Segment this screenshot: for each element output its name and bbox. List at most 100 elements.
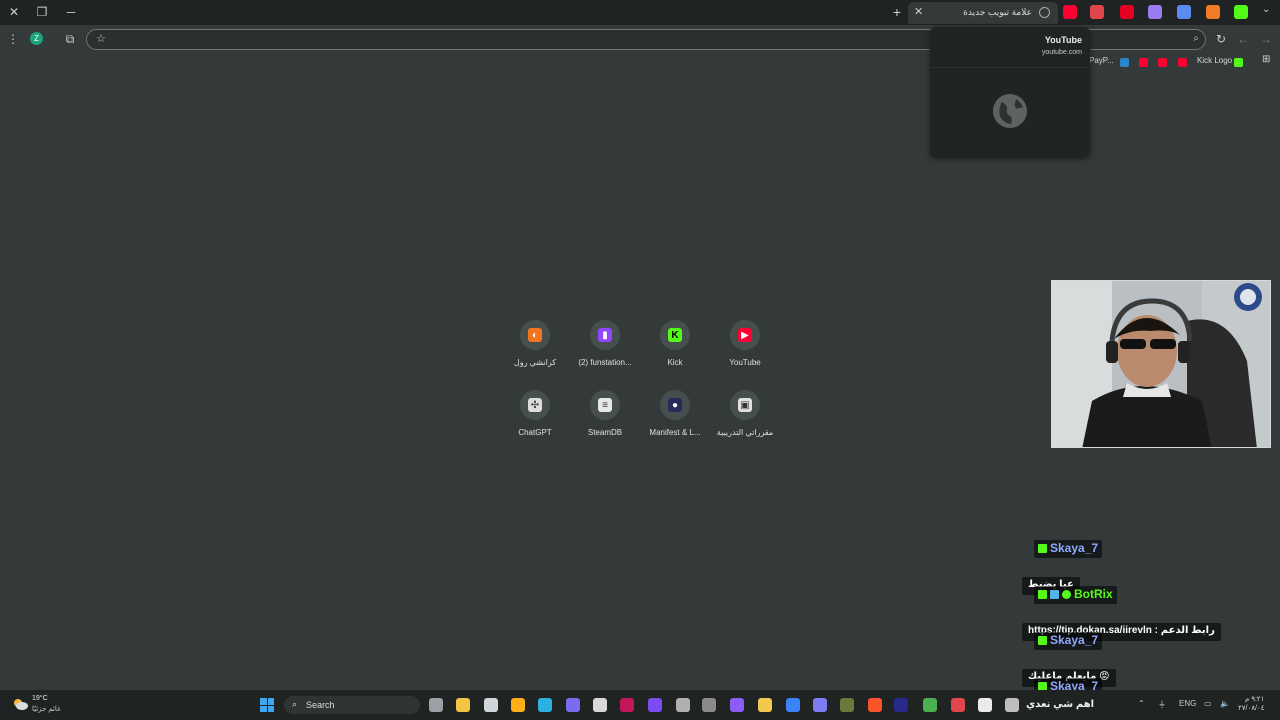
taskbar-search[interactable]: ⌕ Search — [284, 696, 420, 714]
app-icon[interactable] — [730, 698, 744, 712]
clock-time: ٩:٢١ م — [1244, 696, 1265, 703]
file-icon[interactable] — [978, 698, 992, 712]
tab-title: علامة تبويب جديدة — [963, 7, 1032, 17]
twitch-icon: ▮ — [598, 328, 612, 342]
chat-username: BotRix — [1034, 586, 1117, 604]
shortcut-label: ChatGPT — [518, 428, 552, 437]
streamer-webcam-image — [1052, 281, 1270, 447]
tab-search-chevron-icon[interactable]: ⌄ — [1262, 4, 1270, 15]
chevron-up-icon[interactable]: ⌃ — [1138, 699, 1145, 708]
youtube-icon[interactable] — [1139, 58, 1148, 67]
active-window-title[interactable]: اهم شي نعدي — [1026, 699, 1094, 710]
manifest-icon: ● — [668, 398, 682, 412]
edge-icon[interactable] — [538, 698, 552, 712]
back-icon[interactable]: ← — [1236, 32, 1250, 46]
app-icon[interactable] — [1005, 698, 1019, 712]
weather-temperature[interactable]: 19°C — [32, 695, 48, 702]
chrome-icon[interactable] — [923, 698, 937, 712]
steam-icon[interactable] — [484, 698, 498, 712]
shortcut-icon-circle: ✣ — [520, 390, 550, 420]
app-icon[interactable] — [813, 698, 827, 712]
shortcut-icon-circle: K — [660, 320, 690, 350]
task-view-icon[interactable] — [429, 698, 443, 712]
copilot-icon[interactable] — [566, 698, 580, 712]
shortcut-tile[interactable]: ▶ YouTube — [707, 320, 783, 367]
shortcut-tile[interactable]: ● Manifest & L... — [637, 390, 713, 437]
kick-icon[interactable] — [1234, 58, 1243, 67]
microphone-icon[interactable]: ⏚ — [1158, 699, 1166, 710]
shortcut-tile[interactable]: ▣ مقرراتي التدريبية — [707, 390, 783, 437]
bookmark-star-icon[interactable]: ☆ — [96, 32, 106, 45]
new-tab-button[interactable]: + — [889, 4, 905, 20]
restore-window-icon[interactable]: ❐ — [34, 4, 50, 20]
windows-start-icon[interactable] — [260, 698, 274, 712]
kick-tab[interactable] — [1234, 5, 1248, 19]
globe-icon — [993, 94, 1027, 128]
minimize-window-icon[interactable]: ─ — [63, 4, 79, 20]
extensions-puzzle-icon[interactable]: ⧉ — [63, 32, 77, 46]
youtube-icon[interactable] — [1158, 58, 1167, 67]
brave-icon[interactable] — [868, 698, 882, 712]
network-icon[interactable]: ▭ — [1204, 699, 1212, 708]
partly-cloudy-icon[interactable] — [12, 697, 28, 711]
tab-6[interactable] — [1206, 5, 1220, 19]
store-icon[interactable] — [593, 698, 607, 712]
shortcut-tile[interactable]: ▮ (2) funstation... — [567, 320, 643, 367]
youtube-icon[interactable] — [1178, 58, 1187, 67]
app-icon[interactable] — [951, 698, 965, 712]
search-placeholder: Search — [306, 700, 335, 710]
tab-2[interactable] — [1090, 5, 1104, 19]
youtube-tab[interactable] — [1063, 5, 1077, 19]
shortcut-tile[interactable]: ✣ ChatGPT — [497, 390, 573, 437]
search-icon: ⌕ — [292, 699, 298, 709]
bot-badge-icon — [1050, 590, 1059, 599]
bookmark-kick-logo[interactable]: Kick Logo — [1197, 56, 1232, 65]
app-icon[interactable] — [702, 698, 716, 712]
shortcut-tile[interactable]: K Kick — [637, 320, 713, 367]
volume-icon[interactable]: 🔈 — [1220, 699, 1230, 708]
shortcut-label: Kick — [667, 358, 683, 367]
chat-overlay: Skaya_7 عيا يضبط BotRix https://tip.doka… — [1020, 520, 1280, 696]
forward-icon[interactable]: → — [1259, 32, 1273, 46]
app-icon[interactable] — [786, 698, 800, 712]
profile-avatar[interactable]: Z — [30, 32, 43, 45]
tab-5[interactable] — [1177, 5, 1191, 19]
shortcut-tile[interactable]: ≡ SteamDB — [567, 390, 643, 437]
language-indicator[interactable]: ENG — [1179, 699, 1196, 708]
kick-icon: K — [668, 328, 682, 342]
bookmark-icon[interactable] — [1120, 58, 1129, 67]
hover-card-url: youtube.com — [1041, 49, 1082, 56]
youtube-icon: ▶ — [738, 328, 752, 342]
app-icon[interactable] — [676, 698, 690, 712]
pinterest-tab[interactable] — [1120, 5, 1134, 19]
reload-icon[interactable]: ↻ — [1214, 32, 1228, 46]
app-icon[interactable] — [894, 698, 908, 712]
shortcut-tile[interactable]: ◐ كرانشي رول — [497, 320, 573, 367]
app-icon[interactable] — [840, 698, 854, 712]
hover-card-title: YouTube — [1044, 35, 1082, 45]
chat-username: Skaya_7 — [1034, 632, 1103, 650]
close-window-icon[interactable]: ✕ — [6, 4, 22, 20]
kebab-menu-icon[interactable]: ⋮ — [6, 32, 20, 46]
next-icon[interactable] — [620, 698, 634, 712]
globe-icon — [1039, 7, 1050, 18]
crunchyroll-icon: ◐ — [528, 328, 542, 342]
weather-description[interactable]: غائم جزئيًا — [32, 705, 61, 713]
file-explorer-icon[interactable] — [456, 698, 470, 712]
app-icon[interactable] — [758, 698, 772, 712]
kick-badge-icon — [1038, 636, 1047, 645]
shortcut-label: Manifest & L... — [649, 428, 701, 437]
tab-4[interactable] — [1148, 5, 1162, 19]
shortcut-label: YouTube — [729, 358, 761, 367]
chatgpt-icon: ✣ — [528, 398, 542, 412]
apps-grid-icon[interactable]: ⊞ — [1262, 54, 1270, 65]
kick-badge-icon — [1038, 590, 1047, 599]
taskbar-clock[interactable]: ٩:٢١ م ٢٧/٠٨/٠٤ — [1238, 695, 1264, 713]
app-icon[interactable] — [648, 698, 662, 712]
screen: ✕ ❐ ─ + ✕ علامة تبويب جديدة ⌄ ⋮ Z ⧉ ☆ ⌕ … — [0, 0, 1280, 720]
rockstar-icon[interactable] — [511, 698, 525, 712]
tab-close-icon[interactable]: ✕ — [914, 5, 923, 18]
bookmark-paypal[interactable]: PayP... — [1089, 56, 1114, 65]
username-text: Skaya_7 — [1050, 633, 1099, 647]
tab-new-tab[interactable]: ✕ علامة تبويب جديدة — [908, 2, 1058, 24]
